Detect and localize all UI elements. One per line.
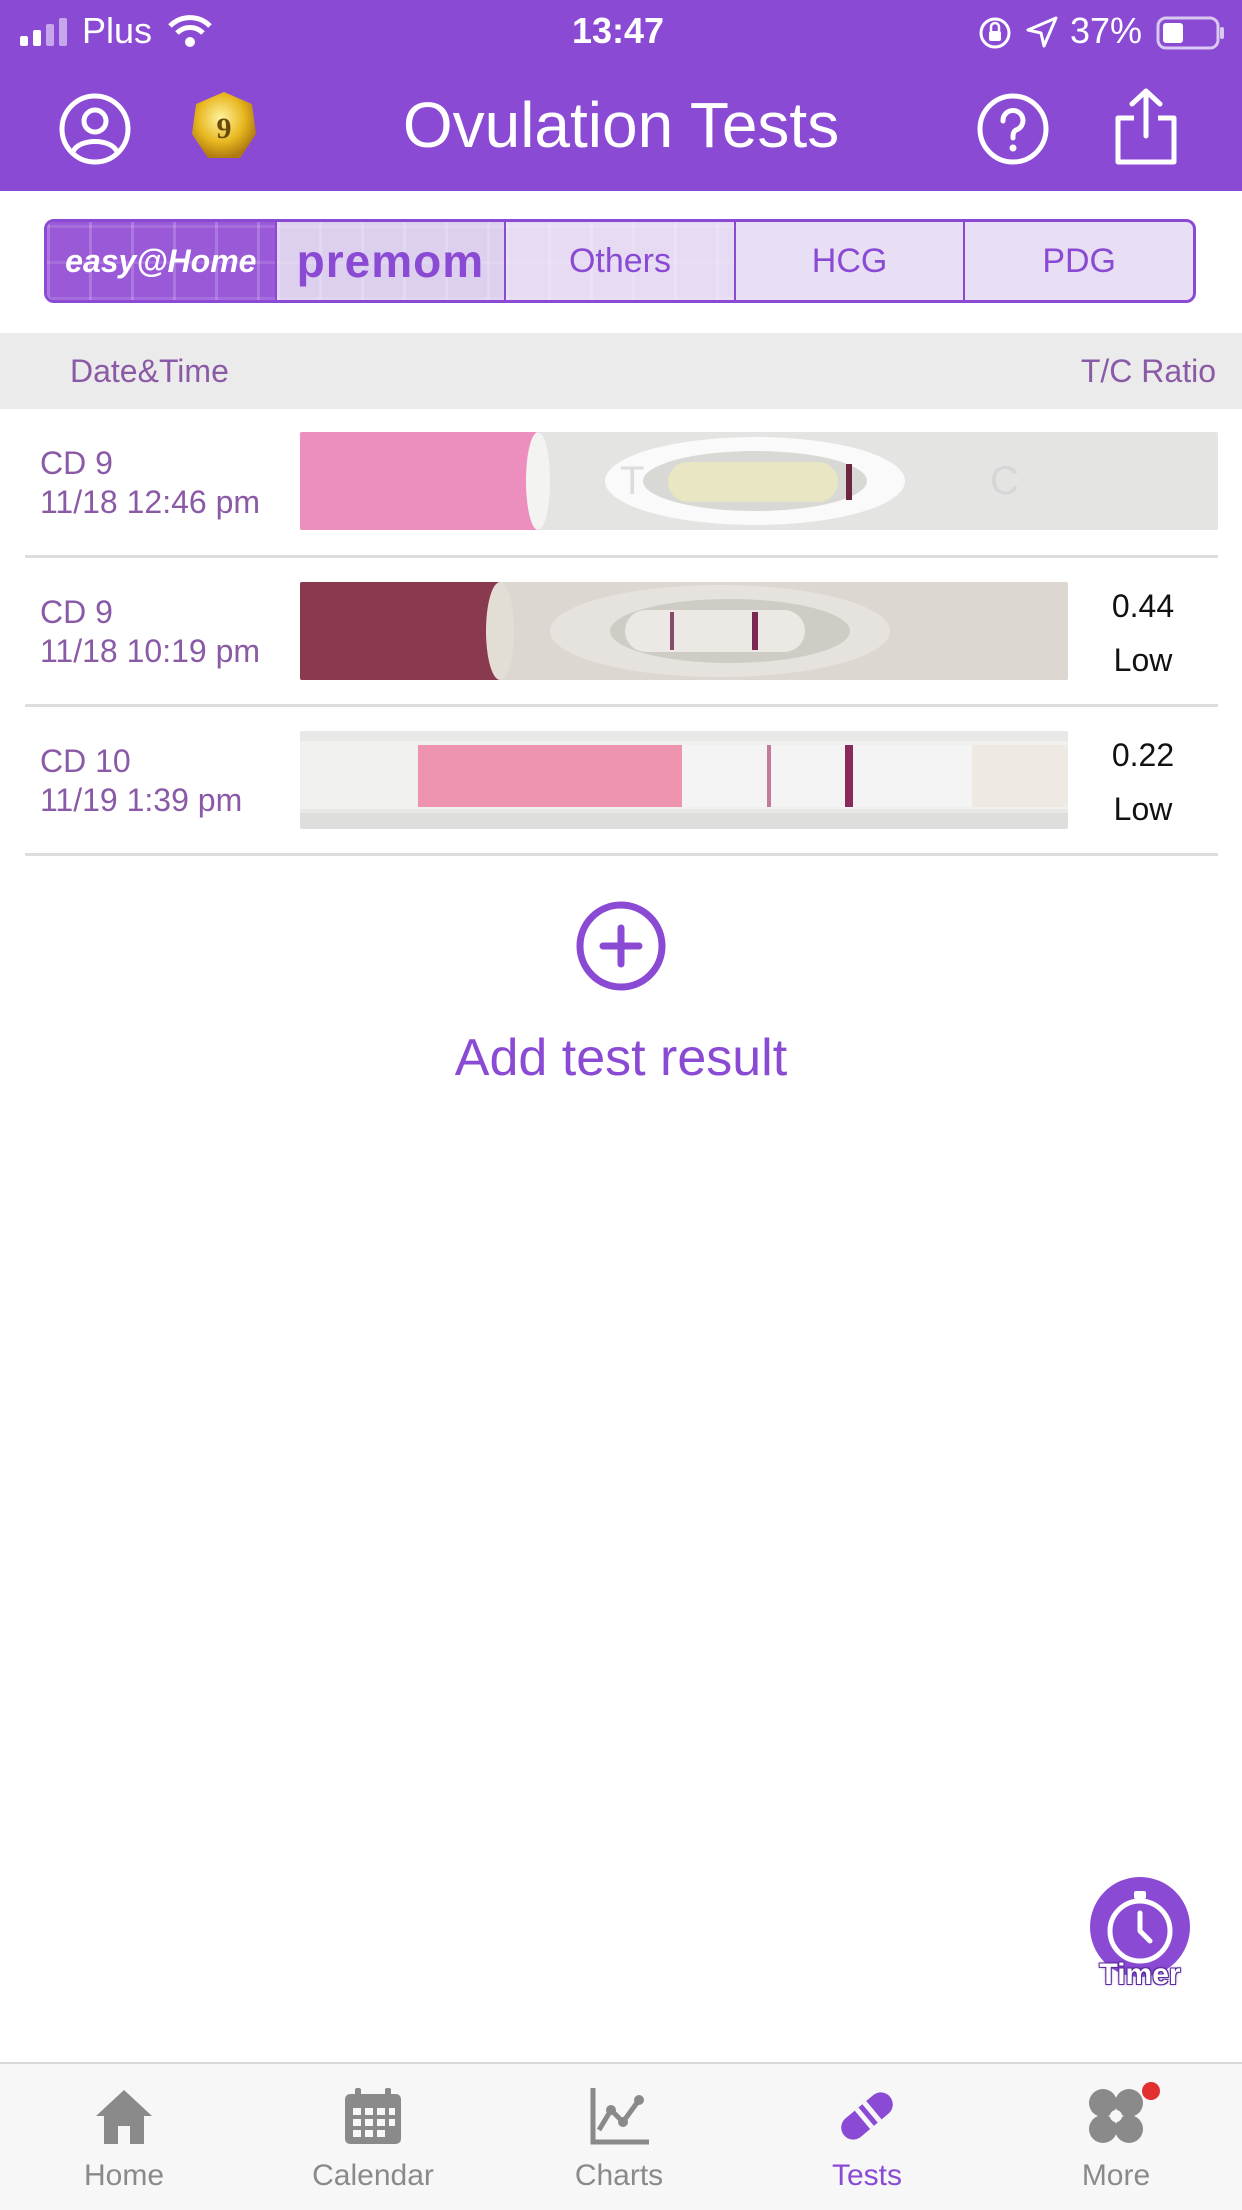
add-test-result-button[interactable]: Add test result xyxy=(0,1028,1242,1088)
test-strip-icon xyxy=(841,2092,893,2140)
tab-calendar[interactable]: Calendar xyxy=(283,2084,463,2193)
chart-icon xyxy=(590,2088,649,2145)
easyhome-logo: easy@Home xyxy=(65,242,257,279)
test-datetime: 11/19 1:39 pm xyxy=(40,782,243,818)
tc-ratio-value: 0.44 xyxy=(1111,588,1175,624)
tab-hcg-label: HCG xyxy=(811,241,888,280)
tc-level: Low xyxy=(1113,791,1173,827)
test-row[interactable]: CD 9 11/18 10:19 pm 0.44 Low xyxy=(0,558,1242,704)
tc-ratio-header: T/C Ratio xyxy=(1080,353,1216,389)
tc-level: Low xyxy=(1113,642,1173,678)
tab-others[interactable]: Others xyxy=(504,222,734,300)
cycle-day: CD 10 xyxy=(40,743,131,779)
row-divider xyxy=(25,853,1218,856)
test-strip-image: T C xyxy=(300,432,1218,530)
battery-percent: 37% xyxy=(1070,10,1143,51)
svg-text:C: C xyxy=(990,459,1019,503)
tab-more-label: More xyxy=(1081,2159,1151,2192)
bottom-tab-bar: Home Calendar Charts Tests More xyxy=(0,2062,1242,2210)
page-title: Ovulation Tests xyxy=(402,89,840,161)
test-row[interactable]: CD 9 11/18 12:46 pm T C xyxy=(0,409,1242,555)
date-time-header: Date&Time xyxy=(70,353,229,389)
tab-pdg[interactable]: PDG xyxy=(963,222,1193,300)
tab-home-label: Home xyxy=(83,2159,165,2192)
app-header: Plus 13:47 37% 9 Ovulation Tests xyxy=(0,0,1242,191)
column-header: Date&Time T/C Ratio xyxy=(0,333,1242,409)
cycle-day: CD 9 xyxy=(40,445,113,481)
more-icon xyxy=(1089,2089,1143,2143)
tab-pdg-label: PDG xyxy=(1042,241,1117,280)
carrier-label: Plus xyxy=(82,10,153,51)
calendar-icon xyxy=(345,2088,401,2144)
timer-label[interactable]: Timer xyxy=(1080,1958,1200,1992)
test-strip-image xyxy=(300,582,1068,680)
rotation-lock-icon xyxy=(978,16,1012,55)
help-icon[interactable] xyxy=(976,92,1050,166)
share-icon[interactable] xyxy=(1112,88,1180,166)
tab-hcg[interactable]: HCG xyxy=(733,222,964,300)
tab-charts[interactable]: Charts xyxy=(529,2084,709,2193)
notification-dot xyxy=(1142,2082,1160,2100)
signal-icon xyxy=(20,18,72,51)
clock: 13:47 xyxy=(572,10,665,51)
test-datetime: 11/18 12:46 pm xyxy=(40,484,261,520)
wifi-icon xyxy=(168,14,212,53)
svg-text:T: T xyxy=(620,459,644,503)
add-circle-icon[interactable] xyxy=(575,900,667,997)
tab-premom[interactable]: premom xyxy=(274,222,505,300)
cycle-day: CD 9 xyxy=(40,594,113,630)
tab-tests[interactable]: Tests xyxy=(777,2084,957,2193)
tab-more[interactable]: More xyxy=(1026,2082,1206,2193)
tab-calendar-label: Calendar xyxy=(312,2159,434,2192)
test-row[interactable]: CD 10 11/19 1:39 pm 0.22 Low xyxy=(0,707,1242,853)
test-datetime: 11/18 10:19 pm xyxy=(40,633,261,669)
location-icon xyxy=(1026,16,1058,53)
tab-home[interactable]: Home xyxy=(34,2084,214,2193)
test-strip-image xyxy=(300,731,1068,829)
tab-tests-label: Tests xyxy=(831,2159,903,2192)
brand-tab-bar: easy@Home premom Others HCG PDG xyxy=(44,219,1196,303)
battery-icon xyxy=(1156,16,1226,55)
tc-ratio-value: 0.22 xyxy=(1111,737,1175,773)
tab-charts-label: Charts xyxy=(574,2159,664,2192)
home-icon xyxy=(96,2090,152,2144)
tab-others-label: Others xyxy=(568,241,671,280)
premom-logo: premom xyxy=(296,235,485,287)
tab-easyhome[interactable]: easy@Home xyxy=(47,222,275,300)
